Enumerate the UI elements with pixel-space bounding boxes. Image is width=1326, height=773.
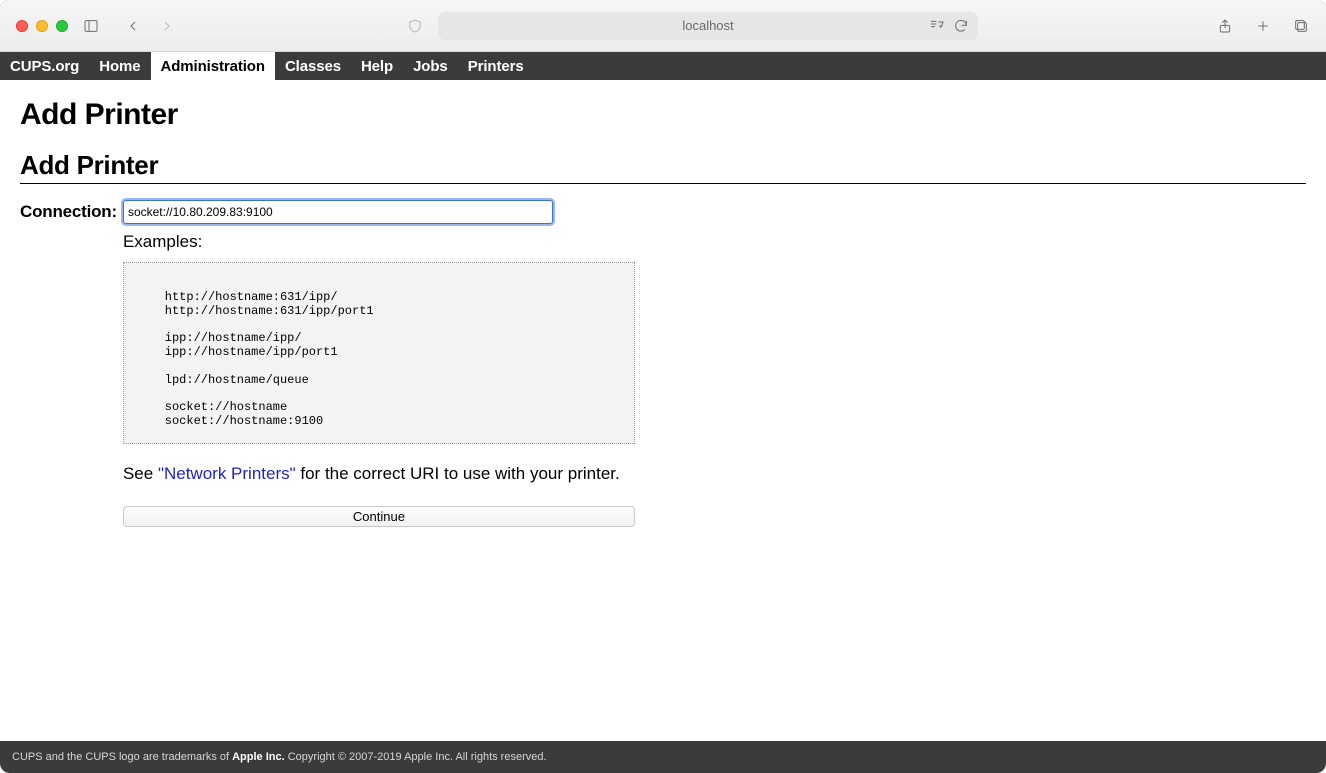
hint-prefix: See	[123, 464, 158, 483]
nav-administration[interactable]: Administration	[151, 52, 275, 80]
minimize-window-button[interactable]	[36, 20, 48, 32]
navigation-arrows	[124, 17, 176, 35]
connection-input[interactable]	[123, 200, 553, 224]
fullscreen-window-button[interactable]	[56, 20, 68, 32]
new-tab-icon[interactable]	[1254, 17, 1272, 35]
nav-cupsorg[interactable]: CUPS.org	[0, 52, 89, 80]
sidebar-toggle-icon[interactable]	[82, 17, 100, 35]
address-right-controls	[928, 17, 970, 35]
section-title: Add Printer	[20, 150, 1306, 184]
close-window-button[interactable]	[16, 20, 28, 32]
network-printers-link[interactable]: "Network Printers"	[158, 464, 296, 483]
safari-window: localhost	[0, 0, 1326, 773]
nav-printers[interactable]: Printers	[458, 52, 534, 80]
address-bar-area: localhost	[190, 12, 1194, 40]
connection-label: Connection:	[20, 200, 117, 222]
page-title: Add Printer	[20, 98, 1306, 132]
titlebar-right	[1216, 17, 1310, 35]
titlebar: localhost	[0, 0, 1326, 52]
continue-button[interactable]: Continue	[123, 506, 635, 527]
footer: CUPS and the CUPS logo are trademarks of…	[0, 741, 1326, 773]
nav-classes[interactable]: Classes	[275, 52, 351, 80]
address-host: localhost	[682, 18, 733, 33]
reader-translate-icon[interactable]	[928, 17, 946, 35]
nav-jobs[interactable]: Jobs	[403, 52, 458, 80]
examples-block: http://hostname:631/ipp/ http://hostname…	[123, 262, 635, 444]
page-content: Add Printer Add Printer Connection: Exam…	[0, 80, 1326, 741]
nav-help[interactable]: Help	[351, 52, 403, 80]
shield-privacy-icon[interactable]	[406, 17, 424, 35]
nav-home[interactable]: Home	[89, 52, 150, 80]
reload-icon[interactable]	[952, 17, 970, 35]
footer-prefix: CUPS and the CUPS logo are trademarks of	[12, 751, 232, 763]
window-controls	[16, 20, 68, 32]
back-button[interactable]	[124, 17, 142, 35]
footer-suffix: Copyright © 2007-2019 Apple Inc. All rig…	[285, 751, 547, 763]
connection-row: Connection: Examples: http://hostname:63…	[20, 200, 1306, 527]
cups-nav: CUPS.org Home Administration Classes Hel…	[0, 52, 1326, 80]
footer-apple: Apple Inc.	[232, 751, 285, 763]
address-bar[interactable]: localhost	[438, 12, 978, 40]
forward-button	[158, 17, 176, 35]
share-icon[interactable]	[1216, 17, 1234, 35]
hint-suffix: for the correct URI to use with your pri…	[296, 464, 620, 483]
examples-label: Examples:	[123, 232, 635, 252]
tabs-overview-icon[interactable]	[1292, 17, 1310, 35]
network-printers-hint: See "Network Printers" for the correct U…	[123, 464, 635, 484]
